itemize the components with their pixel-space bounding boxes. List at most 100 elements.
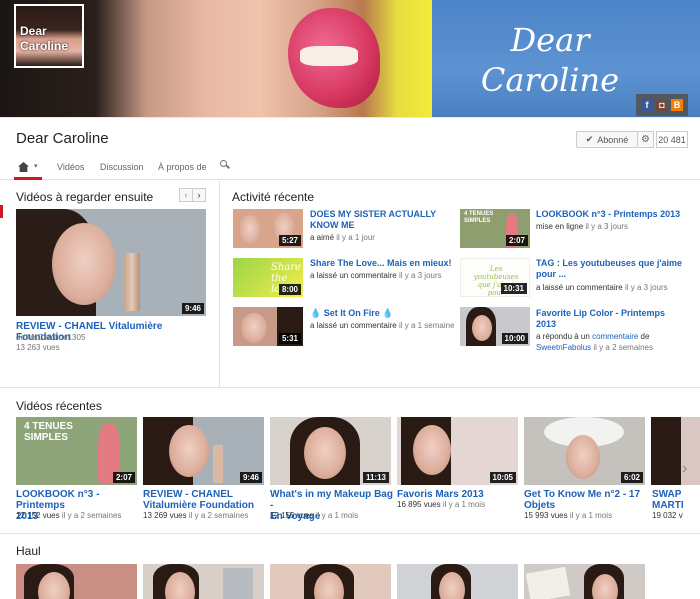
activity-title-link[interactable]: LOOKBOOK n°3 - Printemps 2013	[536, 209, 686, 220]
channel-avatar[interactable]: Dear Caroline	[14, 4, 84, 68]
duration-badge: 11:13	[362, 472, 389, 483]
video-title-link[interactable]: Favoris Mars 2013	[397, 489, 522, 500]
activity-action: a laissé un commentaire	[536, 283, 623, 292]
activity-action: a répondu à un	[536, 332, 590, 341]
title-line: Objets	[524, 500, 556, 511]
video-meta: 13 269 vues il y a 2 semaines	[143, 511, 248, 521]
author-link[interactable]: MsCaroline1305	[27, 333, 85, 342]
video-author-line: de MsCaroline1305	[16, 333, 85, 343]
tab-discussion[interactable]: Discussion	[100, 162, 144, 172]
view-count: 15 993 vues	[524, 511, 568, 520]
paper-art	[525, 566, 571, 599]
video-thumbnail[interactable]	[270, 564, 391, 599]
gear-icon[interactable]: ⚙	[638, 131, 654, 148]
duration-badge: 5:27	[278, 235, 301, 246]
title-line: TAG : Les youtubeuses que j'aime	[536, 258, 683, 268]
video-meta: 15 993 vues il y a 1 mois	[524, 511, 612, 521]
upload-ago: il y a 1 mois	[569, 511, 613, 520]
video-title-link[interactable]: SWAP MARTI	[652, 489, 698, 511]
upload-ago: il y a 1 mois	[442, 500, 486, 509]
title-line: Favorite Lip Color - Printemps	[536, 308, 666, 318]
activity-thumbnail[interactable]: 5:31	[233, 307, 303, 346]
view-count: 12 155 vues	[270, 511, 314, 520]
product-bottle	[213, 445, 223, 483]
tab-videos[interactable]: Vidéos	[57, 162, 84, 172]
activity-meta: a laissé un commentaire il y a 3 jours	[310, 270, 442, 281]
video-thumbnail[interactable]: 9:46	[16, 209, 206, 316]
activity-title: Activité récente	[232, 190, 315, 204]
video-thumbnail[interactable]	[16, 564, 137, 599]
duration-badge: 10:05	[489, 472, 516, 483]
video-title-link[interactable]: Get To Know Me n°2 - 17 Objets	[524, 489, 649, 511]
banner-title: Dear Caroline	[480, 21, 620, 99]
activity-title-link[interactable]: Share The Love... Mais en mieux!	[310, 258, 460, 269]
chevron-right-icon[interactable]: ›	[682, 460, 694, 480]
duration-badge: 9:46	[239, 472, 262, 483]
subscribe-label: Abonné	[597, 134, 629, 145]
activity-title-link[interactable]: Favorite Lip Color - Printemps 2013	[536, 308, 686, 330]
activity-thumbnail[interactable]: Share the love 8:00	[233, 258, 303, 297]
activity-ago: il y a 1 jour	[336, 233, 375, 242]
video-thumbnail[interactable]	[524, 564, 645, 599]
prev-arrow-icon[interactable]: ‹	[180, 189, 192, 201]
title-line: 2013	[536, 319, 557, 329]
video-thumbnail[interactable]: 4 TENUES SIMPLES 2:07	[16, 417, 137, 485]
upload-ago: il y a 2 semaines	[61, 511, 122, 520]
video-thumbnail[interactable]	[143, 564, 264, 599]
activity-ago: il y a 3 jours	[398, 271, 442, 280]
title-line: Get To Know Me n°2 - 17	[524, 489, 641, 500]
video-thumbnail[interactable]: 6:02	[524, 417, 645, 485]
video-title-link[interactable]: REVIEW - CHANEL Vitalumière Foundation	[143, 489, 268, 511]
title-line: KNOW ME	[310, 220, 355, 230]
duration-badge: 5:31	[278, 333, 301, 344]
channel-name[interactable]: Dear Caroline	[16, 130, 109, 147]
video-meta: 12 152 vues il y a 2 semaines	[16, 511, 121, 521]
activity-title-link[interactable]: 💧 Set It On Fire 💧	[310, 308, 460, 319]
tab-home[interactable]: ▾	[14, 159, 42, 180]
view-count: 13 263 vues	[16, 343, 60, 352]
view-count: 13 269 vues	[143, 511, 187, 520]
video-meta: 12 155 vues il y a 1 mois	[270, 511, 358, 521]
activity-thumbnail[interactable]: 10:00	[460, 307, 530, 346]
upload-ago: il y a 2 semaines	[188, 511, 249, 520]
product-bottle	[124, 253, 140, 311]
activity-thumbnail[interactable]: 4 TENUES SIMPLES 2:07	[460, 209, 530, 248]
comment-link[interactable]: commentaire	[592, 332, 638, 341]
title-line: Vitalumière Foundation	[143, 500, 254, 511]
instagram-icon[interactable]: ◘	[656, 99, 668, 111]
subscribe-button[interactable]: ✔ Abonné	[576, 131, 638, 148]
social-links: f ◘ B	[636, 94, 688, 116]
duration-badge: 9:46	[181, 303, 204, 314]
banner-teeth-art	[300, 46, 358, 66]
home-icon	[18, 162, 29, 172]
thumbnail-text: 4 TENUES SIMPLES	[464, 211, 494, 224]
blogger-icon[interactable]: B	[671, 99, 683, 111]
thumbnail-text: 4 TENUES SIMPLES	[24, 421, 73, 443]
activity-thumbnail[interactable]: Les youtubeuses que j'aime pour 10:31	[460, 258, 530, 297]
facebook-icon[interactable]: f	[641, 99, 653, 111]
activity-title-link[interactable]: TAG : Les youtubeuses que j'aime pour ..…	[536, 258, 691, 280]
bag-art	[223, 568, 253, 599]
video-thumbnail[interactable]: 11:13	[270, 417, 391, 485]
activity-ago: il y a 3 jours	[585, 222, 629, 231]
next-arrow-icon[interactable]: ›	[192, 189, 205, 201]
section-divider	[0, 533, 700, 534]
view-count: 16 895 vues	[397, 500, 441, 509]
title-line: DOES MY SISTER ACTUALLY	[310, 209, 437, 219]
checkmark-icon: ✔	[585, 134, 594, 144]
duration-badge: 2:07	[112, 472, 135, 483]
video-thumbnail[interactable]: 9:46	[143, 417, 264, 485]
video-thumbnail[interactable]: 10:05	[397, 417, 518, 485]
activity-ago: il y a 3 jours	[624, 283, 668, 292]
title-line: SWAP	[652, 489, 682, 500]
activity-action: a laissé un commentaire	[310, 321, 397, 330]
search-icon[interactable]	[220, 160, 230, 170]
recent-videos-title: Vidéos récentes	[16, 399, 102, 413]
user-link[interactable]: SweetnFabolus	[536, 343, 591, 352]
section-divider	[0, 387, 700, 388]
activity-thumbnail[interactable]: 5:27	[233, 209, 303, 248]
activity-meta: a laissé un commentaire il y a 1 semaine	[310, 320, 455, 331]
video-thumbnail[interactable]	[397, 564, 518, 599]
activity-title-link[interactable]: DOES MY SISTER ACTUALLY KNOW ME	[310, 209, 450, 231]
tab-about[interactable]: À propos de	[158, 162, 207, 172]
